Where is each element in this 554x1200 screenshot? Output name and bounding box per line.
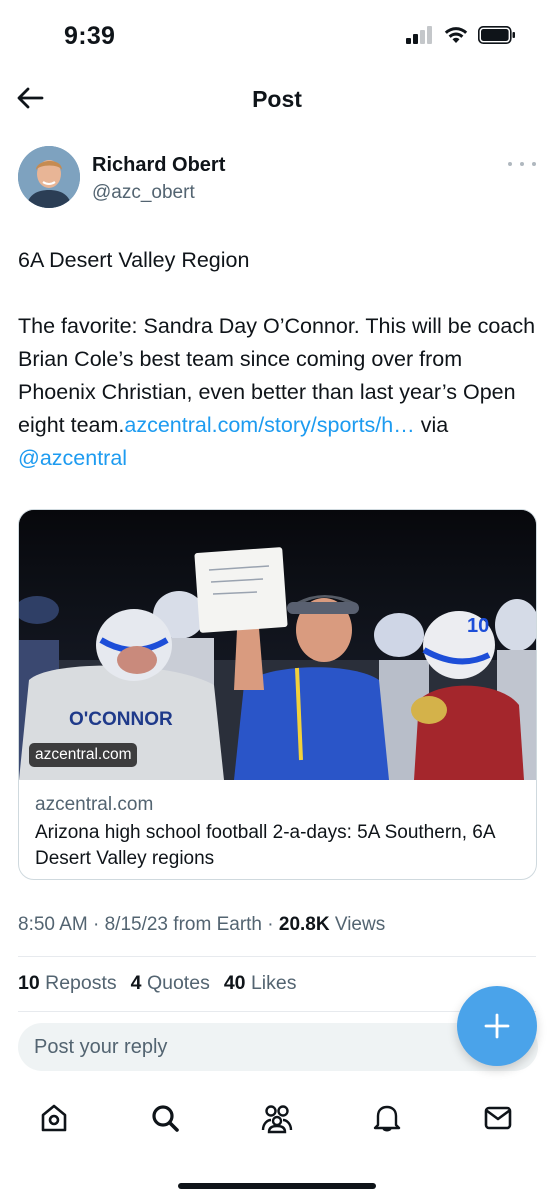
- post-body: The favorite: Sandra Day O’Connor. This …: [18, 310, 540, 475]
- messages-icon: [484, 1106, 512, 1130]
- quotes-count: 4: [130, 972, 142, 994]
- compose-button[interactable]: [457, 986, 537, 1066]
- quotes-stat[interactable]: 4 Quotes: [131, 972, 210, 995]
- tab-messages[interactable]: [478, 1098, 518, 1138]
- reposts-stat[interactable]: 10 Reposts: [18, 972, 117, 995]
- post-time: 8:50 AM: [18, 914, 88, 935]
- card-title: Arizona high school football 2-a-days: 5…: [35, 822, 495, 869]
- via-text: via: [414, 413, 449, 437]
- notifications-icon: [373, 1105, 401, 1132]
- page-title: Post: [252, 86, 302, 112]
- likes-count: 40: [223, 972, 246, 994]
- likes-stat[interactable]: 40 Likes: [224, 972, 297, 995]
- card-image-domain-badge: azcentral.com: [29, 743, 138, 767]
- plus-icon: [484, 1013, 510, 1039]
- tab-home[interactable]: [34, 1098, 74, 1138]
- reposts-label: Reposts: [45, 972, 117, 994]
- nav-header: Post: [0, 70, 554, 128]
- tab-notifications[interactable]: [367, 1098, 407, 1138]
- status-icons: [406, 26, 516, 44]
- tab-communities[interactable]: [257, 1098, 297, 1138]
- mention-link[interactable]: @azcentral: [18, 446, 127, 470]
- views-label: Views: [334, 914, 386, 935]
- quotes-label: Quotes: [146, 972, 210, 994]
- author-row: Richard Obert @azc_obert: [18, 146, 538, 212]
- post-date: 8/15/23: [104, 914, 169, 935]
- svg-text:10: 10: [467, 615, 489, 637]
- divider: [18, 956, 536, 957]
- home-icon: [41, 1104, 67, 1132]
- likes-label: Likes: [250, 972, 297, 994]
- views-count: 20.8K: [278, 914, 330, 935]
- author-handle[interactable]: @azc_obert: [92, 182, 195, 204]
- svg-text:O'CONNOR: O'CONNOR: [69, 709, 173, 730]
- post-meta: 8:50 AM · 8/15/23 from Earth · 20.8K Vie…: [18, 914, 386, 935]
- post-line-1: 6A Desert Valley Region: [18, 248, 250, 272]
- bottom-tab-bar: [0, 1088, 554, 1148]
- author-name[interactable]: Richard Obert: [92, 154, 225, 177]
- more-options-button[interactable]: [508, 156, 536, 172]
- reposts-count: 10: [18, 972, 40, 994]
- card-image[interactable]: O'CONNOR 10 azcentral.com: [19, 510, 536, 780]
- post-text: 6A Desert Valley Region The favorite: Sa…: [18, 244, 540, 475]
- wifi-icon: [444, 27, 468, 43]
- avatar[interactable]: [18, 146, 80, 208]
- status-bar: 9:39: [0, 0, 554, 70]
- article-link[interactable]: azcentral.com/story/sports/h…: [124, 413, 414, 437]
- tab-search[interactable]: [145, 1098, 185, 1138]
- battery-icon: [478, 26, 515, 44]
- search-icon: [152, 1105, 179, 1132]
- home-indicator[interactable]: [178, 1183, 376, 1189]
- cellular-signal-icon: [406, 26, 432, 44]
- link-card[interactable]: O'CONNOR 10 azcentral.com azcentral.com …: [18, 509, 537, 880]
- status-time: 9:39: [64, 22, 116, 50]
- communities-icon: [261, 1105, 293, 1134]
- engagement-stats: 10 Reposts 4 Quotes 40 Likes: [18, 972, 296, 995]
- reply-placeholder: Post your reply: [34, 1036, 168, 1058]
- more-horizontal-icon: [508, 162, 512, 166]
- card-domain: azcentral.com: [35, 794, 154, 815]
- post-source: from Earth: [173, 914, 262, 935]
